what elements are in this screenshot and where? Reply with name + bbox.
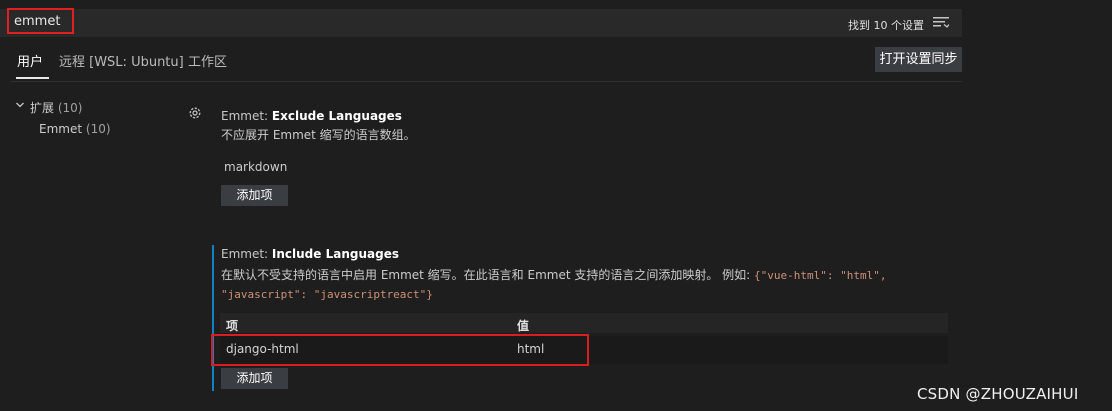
code-example: {"vue-html": "html", bbox=[754, 269, 887, 282]
description-text: 在默认不受支持的语言中启用 Emmet 缩写。在此语言和 Emmet 支持的语言… bbox=[221, 268, 751, 282]
tree-item-count: (10) bbox=[85, 122, 111, 136]
focus-indicator-bar bbox=[212, 245, 214, 391]
setting-title-exclude: Emmet: Exclude Languages bbox=[221, 109, 402, 124]
setting-category: Emmet: bbox=[221, 247, 272, 261]
list-item[interactable]: markdown bbox=[224, 160, 287, 174]
tree-item-label: Emmet bbox=[39, 122, 83, 136]
tree-item-emmet[interactable]: Emmet (10) bbox=[39, 122, 111, 136]
search-bar[interactable] bbox=[0, 9, 962, 37]
setting-name: Exclude Languages bbox=[271, 109, 402, 123]
filter-icon[interactable] bbox=[933, 16, 949, 28]
code-example: "javascript": "javascriptreact"} bbox=[221, 288, 433, 301]
tab-remote[interactable]: 远程 [WSL: Ubuntu] bbox=[59, 55, 184, 71]
result-count: 找到 10 个设置 bbox=[848, 19, 924, 32]
tree-item-label: 扩展 bbox=[30, 101, 55, 115]
setting-description: 在默认不受支持的语言中启用 Emmet 缩写。在此语言和 Emmet 支持的语言… bbox=[221, 267, 961, 284]
active-tab-indicator bbox=[16, 77, 49, 79]
chevron-down-icon[interactable] bbox=[15, 100, 25, 110]
divider bbox=[10, 81, 962, 82]
settings-sync-button[interactable]: 打开设置同步 bbox=[875, 47, 962, 72]
add-item-button[interactable]: 添加项 bbox=[221, 368, 288, 389]
tab-workspace[interactable]: 工作区 bbox=[188, 55, 227, 71]
setting-description: 不应展开 Emmet 缩写的语言数组。 bbox=[221, 128, 416, 142]
row-highlight-box bbox=[211, 334, 589, 366]
add-item-button[interactable]: 添加项 bbox=[221, 185, 288, 206]
tree-item-extensions[interactable]: 扩展 (10) bbox=[30, 99, 82, 116]
setting-name: Include Languages bbox=[271, 247, 399, 261]
table-header bbox=[220, 313, 948, 333]
watermark: CSDN @ZHOUZAIHUI bbox=[917, 385, 1079, 403]
gear-icon[interactable] bbox=[187, 105, 203, 121]
tree-item-count: (10) bbox=[57, 101, 83, 115]
setting-category: Emmet: bbox=[221, 109, 272, 123]
column-header-item: 项 bbox=[226, 319, 239, 333]
column-header-value: 值 bbox=[517, 319, 530, 333]
tab-user[interactable]: 用户 bbox=[17, 55, 43, 71]
search-highlight-box bbox=[7, 8, 74, 34]
setting-title-include: Emmet: Include Languages bbox=[221, 247, 399, 262]
